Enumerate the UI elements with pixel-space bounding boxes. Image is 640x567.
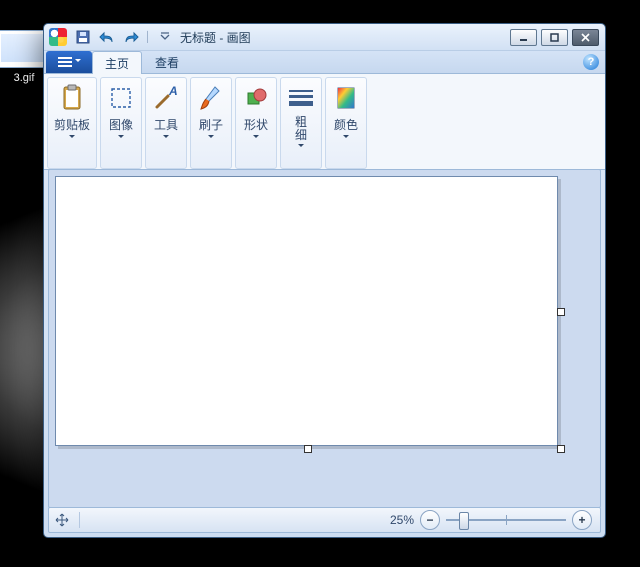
resize-handle-corner[interactable] (557, 445, 565, 453)
zoom-label: 25% (390, 513, 414, 527)
group-clipboard[interactable]: 剪贴板 (47, 77, 97, 169)
colors-icon (332, 84, 360, 112)
shapes-icon (242, 84, 270, 112)
chevron-down-icon (343, 135, 349, 141)
group-clipboard-label: 剪贴板 (54, 116, 90, 133)
chevron-down-icon (163, 135, 169, 141)
group-image-label: 图像 (109, 116, 133, 133)
group-shapes-label: 形状 (244, 116, 268, 133)
menu-icon (58, 57, 72, 67)
group-brushes-label: 刷子 (199, 116, 223, 133)
group-thickness[interactable]: 粗细 (280, 77, 322, 169)
close-button[interactable] (572, 29, 599, 46)
svg-text:A: A (168, 85, 178, 98)
canvas-area (48, 169, 601, 508)
group-colors[interactable]: 颜色 (325, 77, 367, 169)
group-colors-label: 颜色 (334, 116, 358, 133)
group-thickness-label: 粗细 (295, 116, 307, 142)
tab-home-label: 主页 (105, 55, 129, 72)
brush-icon (197, 84, 225, 112)
chevron-down-icon (118, 135, 124, 141)
desktop: 3.gif │ 无标题 - 画图 (0, 0, 640, 567)
window-controls (510, 29, 599, 46)
paint-app-icon (49, 28, 67, 46)
minimize-button[interactable] (510, 29, 537, 46)
zoom-slider[interactable] (446, 513, 566, 527)
group-image[interactable]: 图像 (100, 77, 142, 169)
tab-view-label: 查看 (155, 54, 179, 71)
group-brushes[interactable]: 刷子 (190, 77, 232, 169)
quick-access-toolbar: │ (72, 27, 176, 47)
resize-handle-bottom[interactable] (304, 445, 312, 453)
thickness-icon (287, 84, 315, 112)
statusbar: 25% − + (48, 507, 601, 533)
redo-button[interactable] (120, 27, 142, 47)
clipboard-icon (58, 84, 86, 112)
zoom-in-button[interactable]: + (572, 510, 592, 530)
selection-icon (107, 84, 135, 112)
save-button[interactable] (72, 27, 94, 47)
zoom-out-button[interactable]: − (420, 510, 440, 530)
chevron-down-icon (75, 59, 81, 65)
qat-separator: │ (144, 32, 152, 43)
tab-view[interactable]: 查看 (142, 50, 192, 73)
window-title: 无标题 - 画图 (176, 29, 510, 46)
group-tools-label: 工具 (154, 116, 178, 133)
chevron-down-icon (69, 135, 75, 141)
titlebar[interactable]: │ 无标题 - 画图 (44, 24, 605, 51)
group-tools[interactable]: A 工具 (145, 77, 187, 169)
cursor-position-icon (51, 509, 73, 531)
chevron-down-icon (208, 135, 214, 141)
qat-customize-button[interactable] (154, 27, 176, 47)
paint-window: │ 无标题 - 画图 主页 查看 ? (43, 23, 606, 538)
tools-icon: A (152, 84, 180, 112)
zoom-controls: 25% − + (390, 510, 592, 530)
slider-thumb[interactable] (459, 512, 469, 530)
ribbon: 剪贴板 图像 A 工具 刷子 (44, 74, 605, 170)
maximize-button[interactable] (541, 29, 568, 46)
tab-home[interactable]: 主页 (92, 51, 142, 74)
app-menu-button[interactable] (46, 51, 92, 73)
help-icon[interactable]: ? (583, 54, 599, 70)
chevron-down-icon (253, 135, 259, 141)
undo-button[interactable] (96, 27, 118, 47)
chevron-down-icon (298, 144, 304, 150)
ribbon-tabs: 主页 查看 ? (44, 51, 605, 74)
group-shapes[interactable]: 形状 (235, 77, 277, 169)
canvas-viewport[interactable] (49, 170, 600, 507)
resize-handle-right[interactable] (557, 308, 565, 316)
slider-tick (506, 515, 507, 525)
statusbar-separator (79, 512, 80, 528)
canvas[interactable] (55, 176, 558, 446)
